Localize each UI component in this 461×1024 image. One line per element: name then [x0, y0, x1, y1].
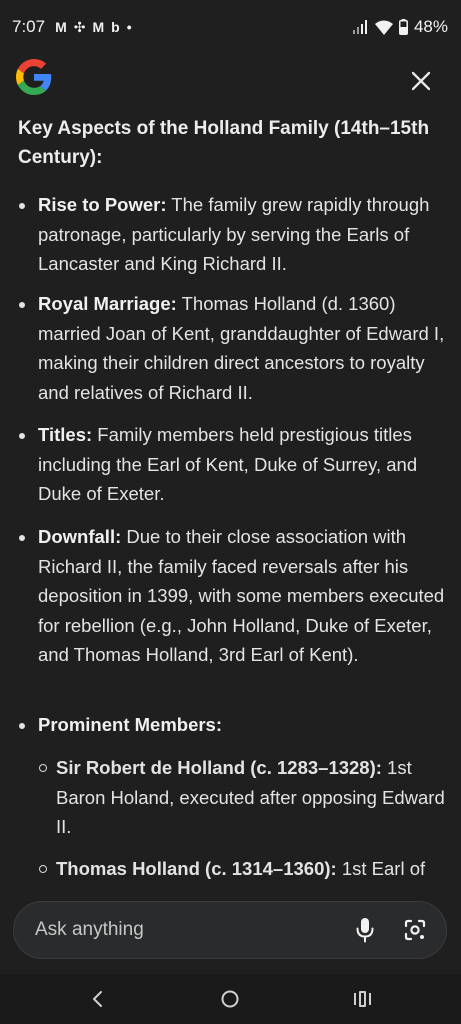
item-label: Rise to Power:	[38, 194, 167, 215]
item-label: Prominent Members:	[38, 714, 223, 735]
bullet	[19, 723, 25, 729]
recents-icon[interactable]	[350, 987, 374, 1011]
more-notifications-dot: •	[126, 19, 132, 35]
sub-bullet	[39, 865, 47, 873]
bullet	[19, 535, 25, 541]
item-label: Royal Marriage:	[38, 293, 177, 314]
notification-icons: M ✣ M b •	[55, 19, 132, 36]
b-notification-icon: b	[111, 19, 120, 35]
status-time: 7:07	[12, 17, 46, 36]
search-area: Ask anything	[0, 894, 461, 974]
list-item-text: Downfall: Due to their close association…	[38, 522, 448, 670]
google-logo	[16, 59, 52, 95]
status-bar: 7:07 M ✣ M b • 48%	[0, 0, 461, 54]
wifi-icon	[374, 20, 393, 35]
item-body: Family members held prestigious titles i…	[38, 424, 418, 505]
navigation-bar	[0, 974, 461, 1024]
list-item-text: Rise to Power: The family grew rapidly t…	[38, 190, 448, 279]
bullet	[19, 302, 25, 308]
sub-item-label: Sir Robert de Holland (c. 1283–1328):	[56, 757, 382, 778]
sub-bullet	[39, 764, 47, 772]
item-label: Titles:	[38, 424, 93, 445]
battery-icon	[398, 19, 408, 35]
sub-item-label: Thomas Holland (c. 1314–1360):	[56, 858, 337, 879]
close-icon[interactable]	[406, 66, 436, 96]
answer-content: Key Aspects of the Holland Family (14th–…	[0, 104, 461, 894]
sub-item-text: Thomas Holland (c. 1314–1360): 1st Earl …	[56, 854, 446, 884]
search-placeholder: Ask anything	[35, 919, 144, 940]
list-item-text: Royal Marriage: Thomas Holland (d. 1360)…	[38, 289, 448, 407]
mic-icon[interactable]	[354, 917, 376, 943]
search-input[interactable]: Ask anything	[13, 901, 447, 959]
bullet	[19, 433, 25, 439]
bullet	[19, 203, 25, 209]
home-icon[interactable]	[218, 987, 242, 1011]
top-bar	[0, 54, 461, 104]
answer-heading: Key Aspects of the Holland Family (14th–…	[18, 118, 430, 168]
gmail-notification-icon: M	[55, 19, 67, 35]
battery-percent: 48%	[413, 17, 448, 36]
item-label: Downfall:	[38, 526, 122, 547]
list-item-text: Prominent Members:	[38, 710, 448, 740]
signal-icon	[352, 20, 367, 34]
list-item-text: Titles: Family members held prestigious …	[38, 420, 448, 509]
lens-icon[interactable]	[403, 918, 427, 942]
gmail-notification-icon-2: M	[92, 19, 105, 35]
back-icon[interactable]	[86, 987, 110, 1011]
sub-item-body: 1st Earl of	[336, 858, 426, 879]
sub-item-text: Sir Robert de Holland (c. 1283–1328): 1s…	[56, 753, 446, 842]
app-notification-icon: ✣	[73, 18, 86, 35]
